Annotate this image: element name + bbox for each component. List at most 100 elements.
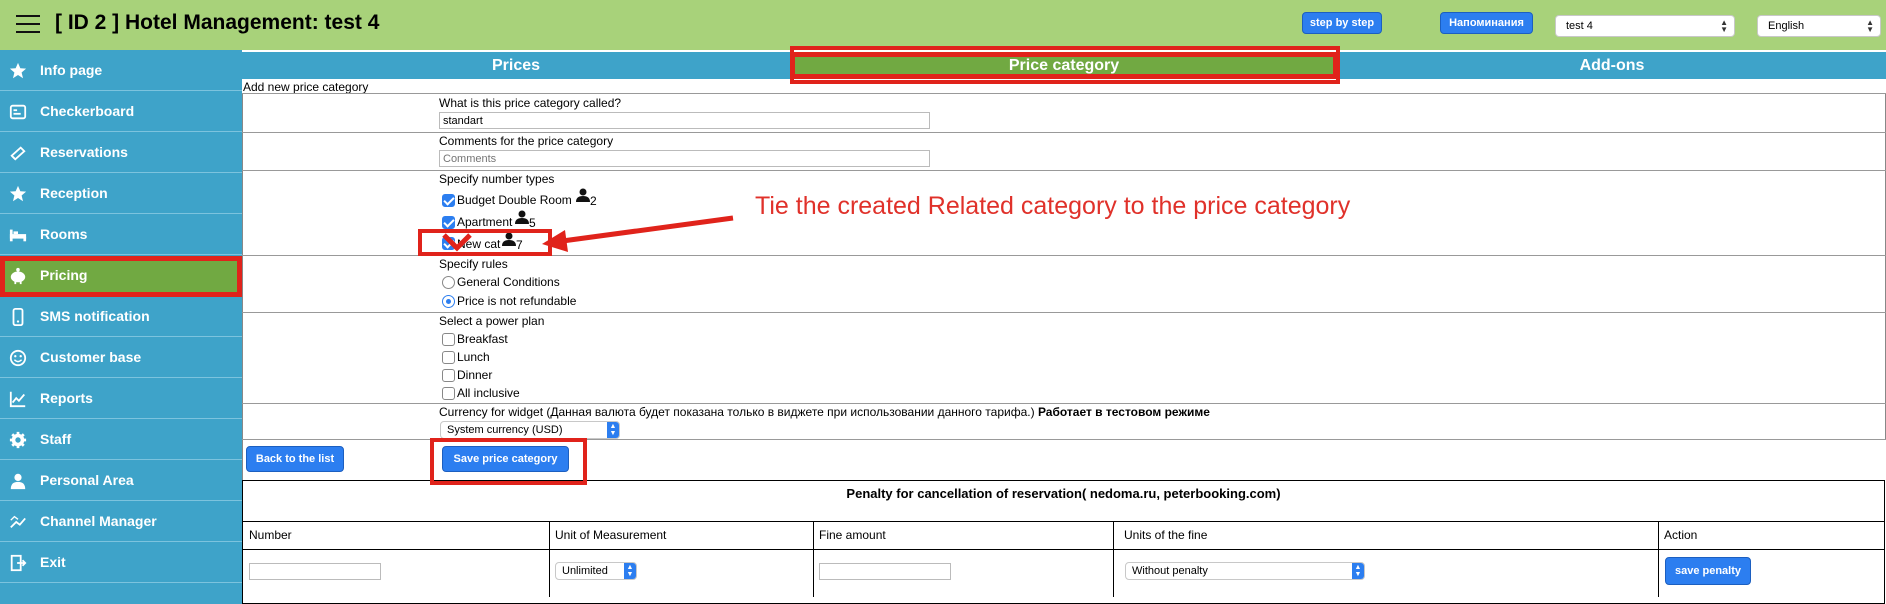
select-arrows-icon: ▲ ▼	[1352, 563, 1364, 579]
row-divider	[242, 93, 1886, 94]
star-icon	[9, 185, 27, 202]
top-header: [ ID 2 ] Hotel Management: test 4 step b…	[0, 0, 1886, 50]
save-penalty-button[interactable]: save penalty	[1665, 557, 1751, 585]
comments-label: Comments for the price category	[439, 134, 614, 148]
sidebar-item-reports[interactable]: Reports	[0, 379, 242, 419]
units-of-fine-select[interactable]: Without penalty ▲ ▼	[1125, 562, 1365, 580]
price-category-name-input[interactable]	[439, 112, 930, 129]
form-caption: Add new price category	[243, 80, 369, 94]
piggy-bank-icon	[10, 267, 26, 285]
column-header-number: Number	[249, 528, 292, 542]
reminders-button[interactable]: Напоминания	[1440, 12, 1533, 34]
row-divider	[242, 403, 1886, 404]
sidebar-item-rooms[interactable]: Rooms	[0, 215, 242, 255]
sidebar: Info page Checkerboard Reservations Rece…	[0, 50, 242, 604]
menu-icon[interactable]	[16, 15, 40, 33]
sidebar-item-customer-base[interactable]: Customer base	[0, 338, 242, 378]
sidebar-item-info-page[interactable]: Info page	[0, 51, 242, 91]
row-divider	[243, 549, 1884, 550]
rule-radio-not-refundable[interactable]	[442, 295, 455, 308]
column-divider	[813, 522, 814, 597]
hotel-select-value: test 4	[1566, 20, 1593, 32]
person-icon	[576, 188, 590, 202]
meal-label: Lunch	[457, 350, 490, 364]
rule-label: Price is not refundable	[457, 294, 577, 308]
currency-select[interactable]: System currency (USD) ▲ ▼	[440, 421, 620, 439]
tab-bar: Prices Price category Add-ons	[242, 52, 1886, 79]
rule-label: General Conditions	[457, 275, 560, 289]
comments-input[interactable]	[439, 150, 930, 167]
row-divider	[242, 132, 1886, 133]
save-price-category-button[interactable]: Save price category	[442, 446, 569, 472]
channel-icon	[10, 515, 26, 529]
annotation-text: Tie the created Related category to the …	[755, 192, 1351, 220]
sidebar-item-checkerboard[interactable]: Checkerboard	[0, 92, 242, 132]
sidebar-item-label: Personal Area	[40, 472, 134, 488]
tab-price-category[interactable]: Price category	[790, 52, 1338, 79]
customer-icon	[9, 349, 27, 367]
currency-label-text: Currency for widget (Данная валюта будет…	[439, 405, 1035, 419]
penalty-number-input[interactable]	[249, 563, 381, 580]
star-icon	[9, 62, 27, 79]
hotel-select[interactable]: test 4 ▲ ▼	[1555, 15, 1735, 37]
sidebar-item-label: SMS notification	[40, 308, 150, 324]
meal-label: Dinner	[457, 368, 493, 382]
sidebar-item-label: Rooms	[40, 226, 88, 242]
sidebar-item-reception[interactable]: Reception	[0, 174, 242, 214]
sidebar-item-label: Pricing	[40, 267, 88, 283]
select-arrows-icon: ▲ ▼	[624, 563, 636, 579]
user-icon	[10, 473, 26, 490]
sidebar-item-reservations[interactable]: Reservations	[0, 133, 242, 173]
sidebar-item-staff[interactable]: Staff	[0, 420, 242, 460]
sidebar-item-personal-area[interactable]: Personal Area	[0, 461, 242, 501]
select-arrows-icon: ▲ ▼	[1720, 18, 1728, 34]
room-type-label: Budget Double Room	[457, 193, 572, 207]
sms-icon	[12, 308, 24, 326]
sidebar-item-label: Checkerboard	[40, 103, 135, 119]
unit-select-value: Unlimited	[562, 565, 608, 577]
room-type-checkbox-budget-double-room[interactable]	[442, 194, 455, 207]
row-divider	[242, 312, 1886, 313]
meal-checkbox-breakfast[interactable]	[442, 333, 455, 346]
sidebar-item-channel-manager[interactable]: Channel Manager	[0, 502, 242, 542]
back-to-list-button[interactable]: Back to the list	[246, 446, 344, 472]
reservations-icon	[10, 146, 26, 161]
column-divider	[1113, 522, 1114, 597]
step-by-step-button[interactable]: step by step	[1302, 12, 1382, 34]
meal-checkbox-lunch[interactable]	[442, 351, 455, 364]
select-arrows-icon: ▲ ▼	[607, 422, 619, 438]
tab-add-ons[interactable]: Add-ons	[1338, 52, 1886, 79]
meal-checkbox-dinner[interactable]	[442, 369, 455, 382]
annotation-arrow-icon	[442, 215, 734, 252]
room-type-count: 2	[590, 194, 597, 208]
sidebar-item-label: Reception	[40, 185, 108, 201]
column-divider	[549, 522, 550, 597]
unit-of-measurement-select[interactable]: Unlimited ▲ ▼	[555, 562, 637, 580]
currency-select-value: System currency (USD)	[447, 424, 563, 436]
sidebar-item-exit[interactable]: Exit	[0, 543, 242, 583]
sidebar-item-pricing[interactable]: Pricing	[0, 256, 242, 297]
meal-label: Breakfast	[457, 332, 508, 346]
penalty-table: Penalty for cancellation of reservation(…	[242, 480, 1885, 604]
select-arrows-icon: ▲ ▼	[1866, 18, 1874, 34]
language-select[interactable]: English ▲ ▼	[1757, 15, 1881, 37]
column-header-action: Action	[1664, 528, 1698, 542]
sidebar-item-label: Info page	[40, 62, 103, 78]
rule-radio-general-conditions[interactable]	[442, 276, 455, 289]
sidebar-item-sms-notification[interactable]: SMS notification	[0, 297, 242, 337]
row-divider	[242, 170, 1886, 171]
chart-icon	[9, 391, 26, 408]
bed-icon	[9, 229, 27, 242]
checkerboard-icon	[9, 104, 27, 120]
meal-plan-label: Select a power plan	[439, 314, 545, 328]
sidebar-item-label: Customer base	[40, 349, 142, 365]
language-select-value: English	[1768, 20, 1805, 32]
column-header-unit: Unit of Measurement	[555, 528, 667, 542]
column-header-fine-amount: Fine amount	[819, 528, 886, 542]
tab-prices[interactable]: Prices	[242, 52, 790, 79]
meal-checkbox-all-inclusive[interactable]	[442, 387, 455, 400]
fine-amount-input[interactable]	[819, 563, 951, 580]
name-label: What is this price category called?	[439, 96, 622, 110]
row-divider	[242, 439, 1886, 440]
currency-label: Currency for widget (Данная валюта будет…	[439, 405, 1210, 419]
